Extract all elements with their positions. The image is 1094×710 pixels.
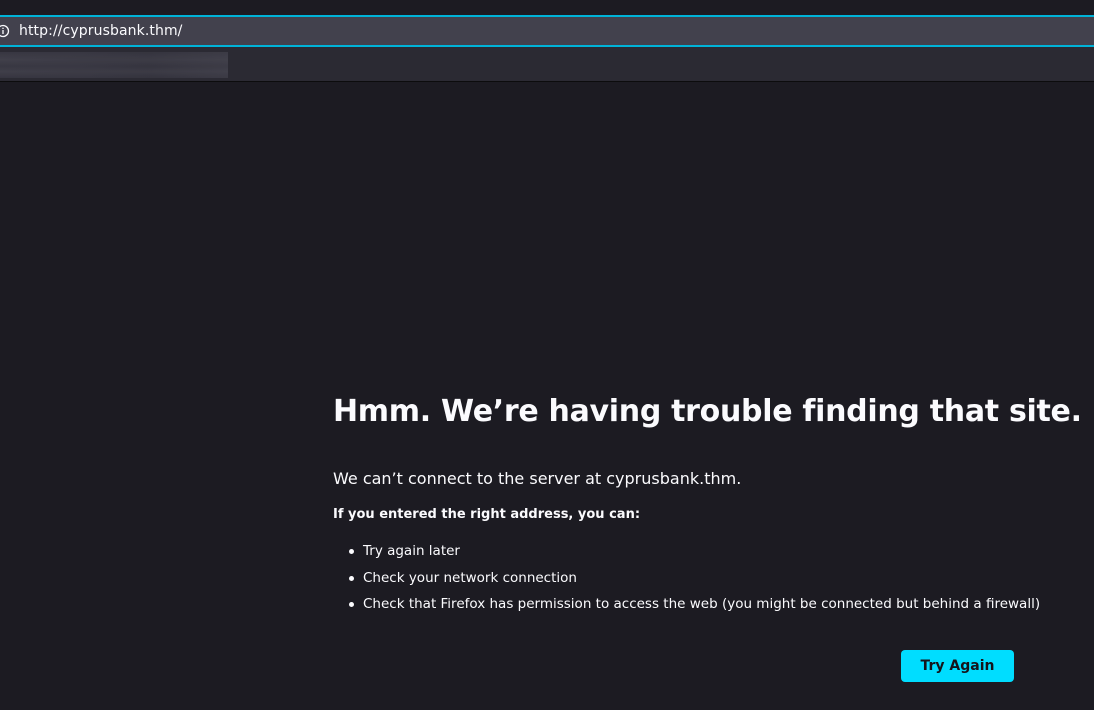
try-again-button[interactable]: Try Again — [901, 650, 1014, 682]
bullet-icon — [349, 602, 354, 607]
error-page-content: Hmm. We’re having trouble finding that s… — [333, 392, 1082, 618]
list-item: Try again later — [349, 538, 1053, 565]
window-top-strip — [0, 0, 1094, 12]
url-text[interactable]: http://cyprusbank.thm/ — [19, 23, 183, 39]
error-short-description: We can’t connect to the server at cyprus… — [333, 469, 742, 488]
url-bar[interactable]: http://cyprusbank.thm/ — [0, 15, 1094, 47]
redacted-bookmarks — [0, 52, 228, 78]
bookmarks-toolbar — [0, 47, 1094, 82]
list-item: Check your network connection — [349, 565, 1053, 592]
suggestion-text: Check your network connection — [363, 569, 577, 586]
list-item: Check that Firefox has permission to acc… — [349, 591, 1053, 618]
bullet-icon — [349, 549, 354, 554]
suggestions-heading: If you entered the right address, you ca… — [333, 507, 641, 522]
suggestion-text: Try again later — [363, 543, 460, 559]
suggestions-list: Try again later Check your network conne… — [333, 538, 1053, 618]
bullet-icon — [349, 575, 354, 581]
error-title: Hmm. We’re having trouble finding that s… — [333, 394, 1082, 429]
suggestion-text: Check that Firefox has permission to acc… — [363, 596, 1041, 612]
info-icon[interactable] — [0, 24, 10, 38]
